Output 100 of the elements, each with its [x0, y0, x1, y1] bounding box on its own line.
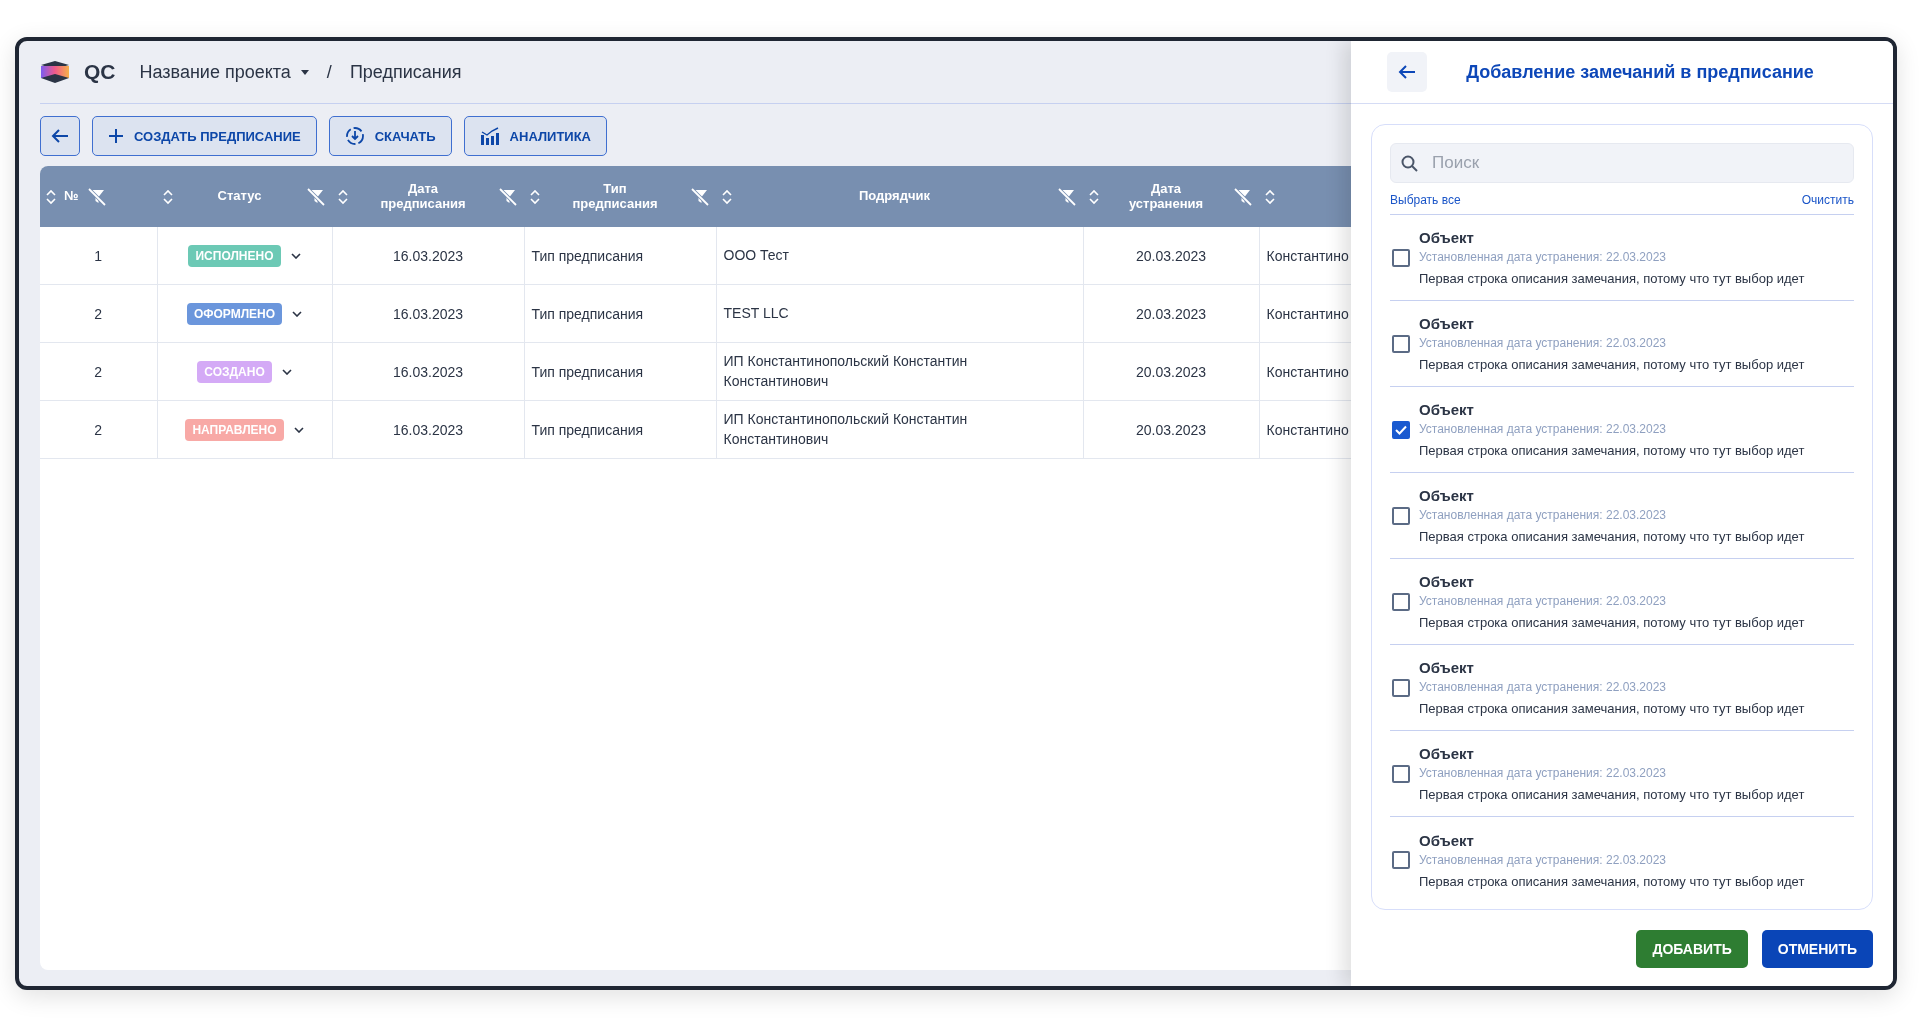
- item-date: Установленная дата устранения: 22.03.2023: [1419, 594, 1668, 608]
- item-date: Установленная дата устранения: 22.03.2023: [1419, 680, 1668, 694]
- item-title: Объект: [1419, 229, 1475, 246]
- sort-icon[interactable]: [163, 188, 173, 205]
- table-cell: 20.03.2023: [1135, 421, 1207, 438]
- table-cell: 2: [94, 421, 103, 438]
- back-button[interactable]: [40, 116, 80, 156]
- item-description: Первая строка описания замечания, потому что тут выбор идет: [1419, 873, 1805, 889]
- checkbox[interactable]: [1392, 678, 1410, 697]
- add-button[interactable]: ДОБАВИТЬ: [1636, 930, 1748, 968]
- chevron-down-icon[interactable]: [281, 368, 292, 375]
- sort-icon[interactable]: [46, 188, 56, 205]
- sort-icon[interactable]: [338, 188, 348, 205]
- item-title: Объект: [1419, 487, 1475, 504]
- back-arrow-icon: [1398, 64, 1416, 80]
- table-cell: 20.03.2023: [1135, 363, 1207, 380]
- toolbar-button[interactable]: СКАЧАТЬ: [328, 116, 452, 156]
- filter-off-icon[interactable]: [1057, 187, 1077, 206]
- table-cell: Константино: [1266, 421, 1349, 438]
- cancel-button[interactable]: ОТМЕНИТЬ: [1761, 930, 1873, 968]
- item-title: Объект: [1419, 831, 1475, 849]
- plus-icon: [108, 128, 124, 144]
- table-cell: Константино: [1266, 305, 1349, 322]
- table-cell: 2: [94, 305, 103, 322]
- column-header: Дата устранения: [1127, 181, 1205, 212]
- checkbox[interactable]: [1392, 334, 1410, 353]
- item-date: Установленная дата устранения: 22.03.2023: [1419, 336, 1668, 350]
- breadcrumb-separator: /: [326, 61, 332, 83]
- select-all-link[interactable]: Выбрать все: [1390, 193, 1461, 207]
- checkbox[interactable]: [1392, 764, 1410, 783]
- sort-icon[interactable]: [530, 188, 540, 205]
- filter-off-icon[interactable]: [498, 187, 518, 206]
- back-button[interactable]: [1387, 52, 1427, 92]
- sort-icon[interactable]: [722, 188, 732, 205]
- filter-off-icon[interactable]: [1233, 187, 1253, 206]
- item-description: Первая строка описания замечания, потому что тут выбор идет: [1419, 271, 1805, 286]
- item-description: Первая строка описания замечания, потому что тут выбор идет: [1419, 787, 1805, 802]
- table-cell: Тип предписания: [531, 247, 644, 264]
- item-description: Первая строка описания замечания, потому что тут выбор идет: [1419, 529, 1805, 544]
- item-date: Установленная дата устранения: 22.03.2023: [1419, 508, 1668, 522]
- item-description: Первая строка описания замечания, потому что тут выбор идет: [1419, 615, 1805, 630]
- table-cell-text: ИП Константинопольский Константин Константинович: [723, 351, 969, 391]
- table-cell: 1: [94, 247, 103, 264]
- table-cell: 20.03.2023: [1135, 247, 1207, 264]
- download-icon: [344, 126, 365, 146]
- checkbox[interactable]: [1392, 506, 1410, 525]
- back-arrow-icon: [51, 128, 69, 144]
- table-cell: Константино: [1266, 247, 1349, 264]
- clear-link[interactable]: Очистить: [1801, 193, 1854, 207]
- item-title: Объект: [1419, 745, 1475, 762]
- item-title: Объект: [1419, 401, 1475, 418]
- project-dropdown[interactable]: Название проекта: [139, 61, 309, 83]
- status-badge: ОФОРМЛЕНО: [186, 302, 283, 325]
- status-badge: НАПРАВЛЕНО: [185, 418, 284, 441]
- logo-text: QC: [84, 60, 116, 84]
- item-date: Установленная дата устранения: 22.03.2023: [1419, 766, 1668, 780]
- table-cell-text: ИП Константинопольский Константин Константинович: [723, 409, 969, 449]
- chevron-down-icon[interactable]: [293, 426, 304, 433]
- item-description: Первая строка описания замечания, потому что тут выбор идет: [1419, 701, 1805, 716]
- bar-chart-icon: [479, 127, 500, 145]
- filter-off-icon[interactable]: [306, 187, 326, 206]
- column-header: Статус: [217, 189, 262, 204]
- item-description: Первая строка описания замечания, потому что тут выбор идет: [1419, 357, 1805, 372]
- checkbox[interactable]: [1392, 851, 1410, 869]
- table-cell-text: TEST LLC: [723, 303, 790, 323]
- table-cell: Тип предписания: [531, 305, 644, 322]
- toolbar-button[interactable]: СОЗДАТЬ ПРЕДПИСАНИЕ: [92, 116, 317, 156]
- chevron-down-icon[interactable]: [290, 252, 301, 259]
- item-date: Установленная дата устранения: 22.03.2023: [1419, 250, 1668, 264]
- checkbox[interactable]: [1392, 592, 1410, 611]
- item-title: Объект: [1419, 573, 1475, 590]
- toolbar-button[interactable]: АНАЛИТИКА: [463, 116, 607, 156]
- table-cell: Тип предписания: [531, 421, 644, 438]
- item-date: Установленная дата устранения: 22.03.2023: [1419, 852, 1668, 867]
- sort-icon[interactable]: [1089, 188, 1099, 205]
- page-title: Предписания: [349, 61, 462, 83]
- search-icon: [1401, 154, 1418, 172]
- status-badge: ИСПОЛНЕНО: [188, 244, 281, 267]
- table-cell: 16.03.2023: [392, 247, 464, 264]
- table-cell: 16.03.2023: [392, 305, 464, 322]
- table-cell: 20.03.2023: [1135, 305, 1207, 322]
- table-cell: Константино: [1266, 363, 1349, 380]
- panel-title: Добавление замечаний в предписание: [1465, 61, 1815, 83]
- column-header: Дата предписания: [379, 181, 467, 212]
- item-description: Первая строка описания замечания, потому что тут выбор идет: [1419, 443, 1805, 458]
- table-cell-text: ООО Тест: [723, 245, 791, 265]
- checkbox[interactable]: [1392, 420, 1410, 439]
- item-title: Объект: [1419, 659, 1475, 676]
- caret-icon: [300, 69, 309, 75]
- logo-icon: [40, 60, 70, 84]
- table-cell: 16.03.2023: [392, 421, 464, 438]
- item-title: Объект: [1419, 315, 1475, 332]
- chevron-down-icon[interactable]: [292, 310, 303, 317]
- table-cell: 16.03.2023: [392, 363, 464, 380]
- table-cell: Тип предписания: [531, 363, 644, 380]
- column-header: Подрядчик: [859, 189, 930, 204]
- sort-icon[interactable]: [1265, 188, 1275, 205]
- filter-off-icon[interactable]: [690, 187, 710, 206]
- filter-off-icon[interactable]: [86, 187, 107, 206]
- checkbox[interactable]: [1392, 248, 1410, 267]
